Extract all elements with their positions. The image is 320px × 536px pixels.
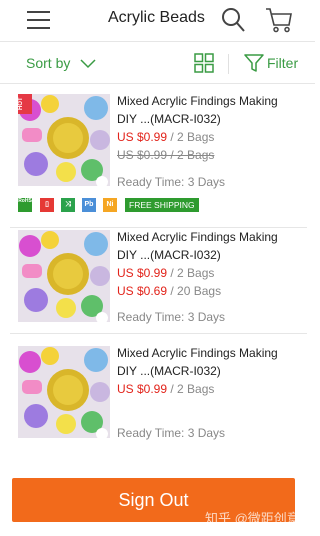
hamburger-menu-icon[interactable] [27,11,50,29]
product-title[interactable]: Mixed Acrylic Findings Making DIY ...(MA… [117,228,297,264]
phone-icon: ▯ [40,198,54,212]
ni-badge: Ni [103,198,117,212]
top-header: Acrylic Beads [0,0,315,42]
sort-by-button[interactable]: Sort by [26,55,70,71]
original-price: US $0.99 / 2 Bags [117,148,215,162]
product-thumbnail[interactable] [18,230,110,322]
product-title[interactable]: Mixed Acrylic Findings Making DIY ...(MA… [117,344,297,380]
shuffle-icon: ⤨ [61,198,75,212]
product-row[interactable]: HOT Mixed Acrylic Findings Making DIY ..… [10,94,307,228]
toolbar-divider [228,54,229,74]
hot-tag: HOT [18,94,32,114]
product-price: US $0.99 / 2 Bags [117,382,215,396]
product-row[interactable]: Mixed Acrylic Findings Making DIY ...(MA… [10,346,307,446]
product-title[interactable]: Mixed Acrylic Findings Making DIY ...(MA… [117,92,297,128]
ready-time: Ready Time: 3 Days [117,310,226,324]
product-row[interactable]: Mixed Acrylic Findings Making DIY ...(MA… [10,230,307,334]
ready-time: Ready Time: 3 Days [117,175,226,189]
filter-icon[interactable] [244,53,264,73]
sort-filter-bar: Sort by Filter [0,42,315,84]
filter-button[interactable]: Filter [267,55,298,71]
search-icon[interactable] [221,7,245,33]
free-shipping-badge: FREE SHIPPING [125,198,199,212]
bulk-price: US $0.69 / 20 Bags [117,284,222,298]
product-price: US $0.99 / 2 Bags [117,130,215,144]
product-price: US $0.99 / 2 Bags [117,266,215,280]
ready-time: Ready Time: 3 Days [117,426,226,440]
cart-icon[interactable] [265,7,293,33]
beads-photo [18,230,110,322]
rohs-badge: RoHS [18,198,32,212]
beads-photo [18,346,110,438]
chevron-down-icon[interactable] [80,59,96,69]
pb-badge: Pb [82,198,96,212]
page-title: Acrylic Beads [108,9,205,26]
product-thumbnail[interactable] [18,346,110,438]
product-thumbnail[interactable]: HOT [18,94,110,186]
watermark: 知乎 @微距创意 [205,511,300,526]
grid-view-icon[interactable] [194,53,214,73]
